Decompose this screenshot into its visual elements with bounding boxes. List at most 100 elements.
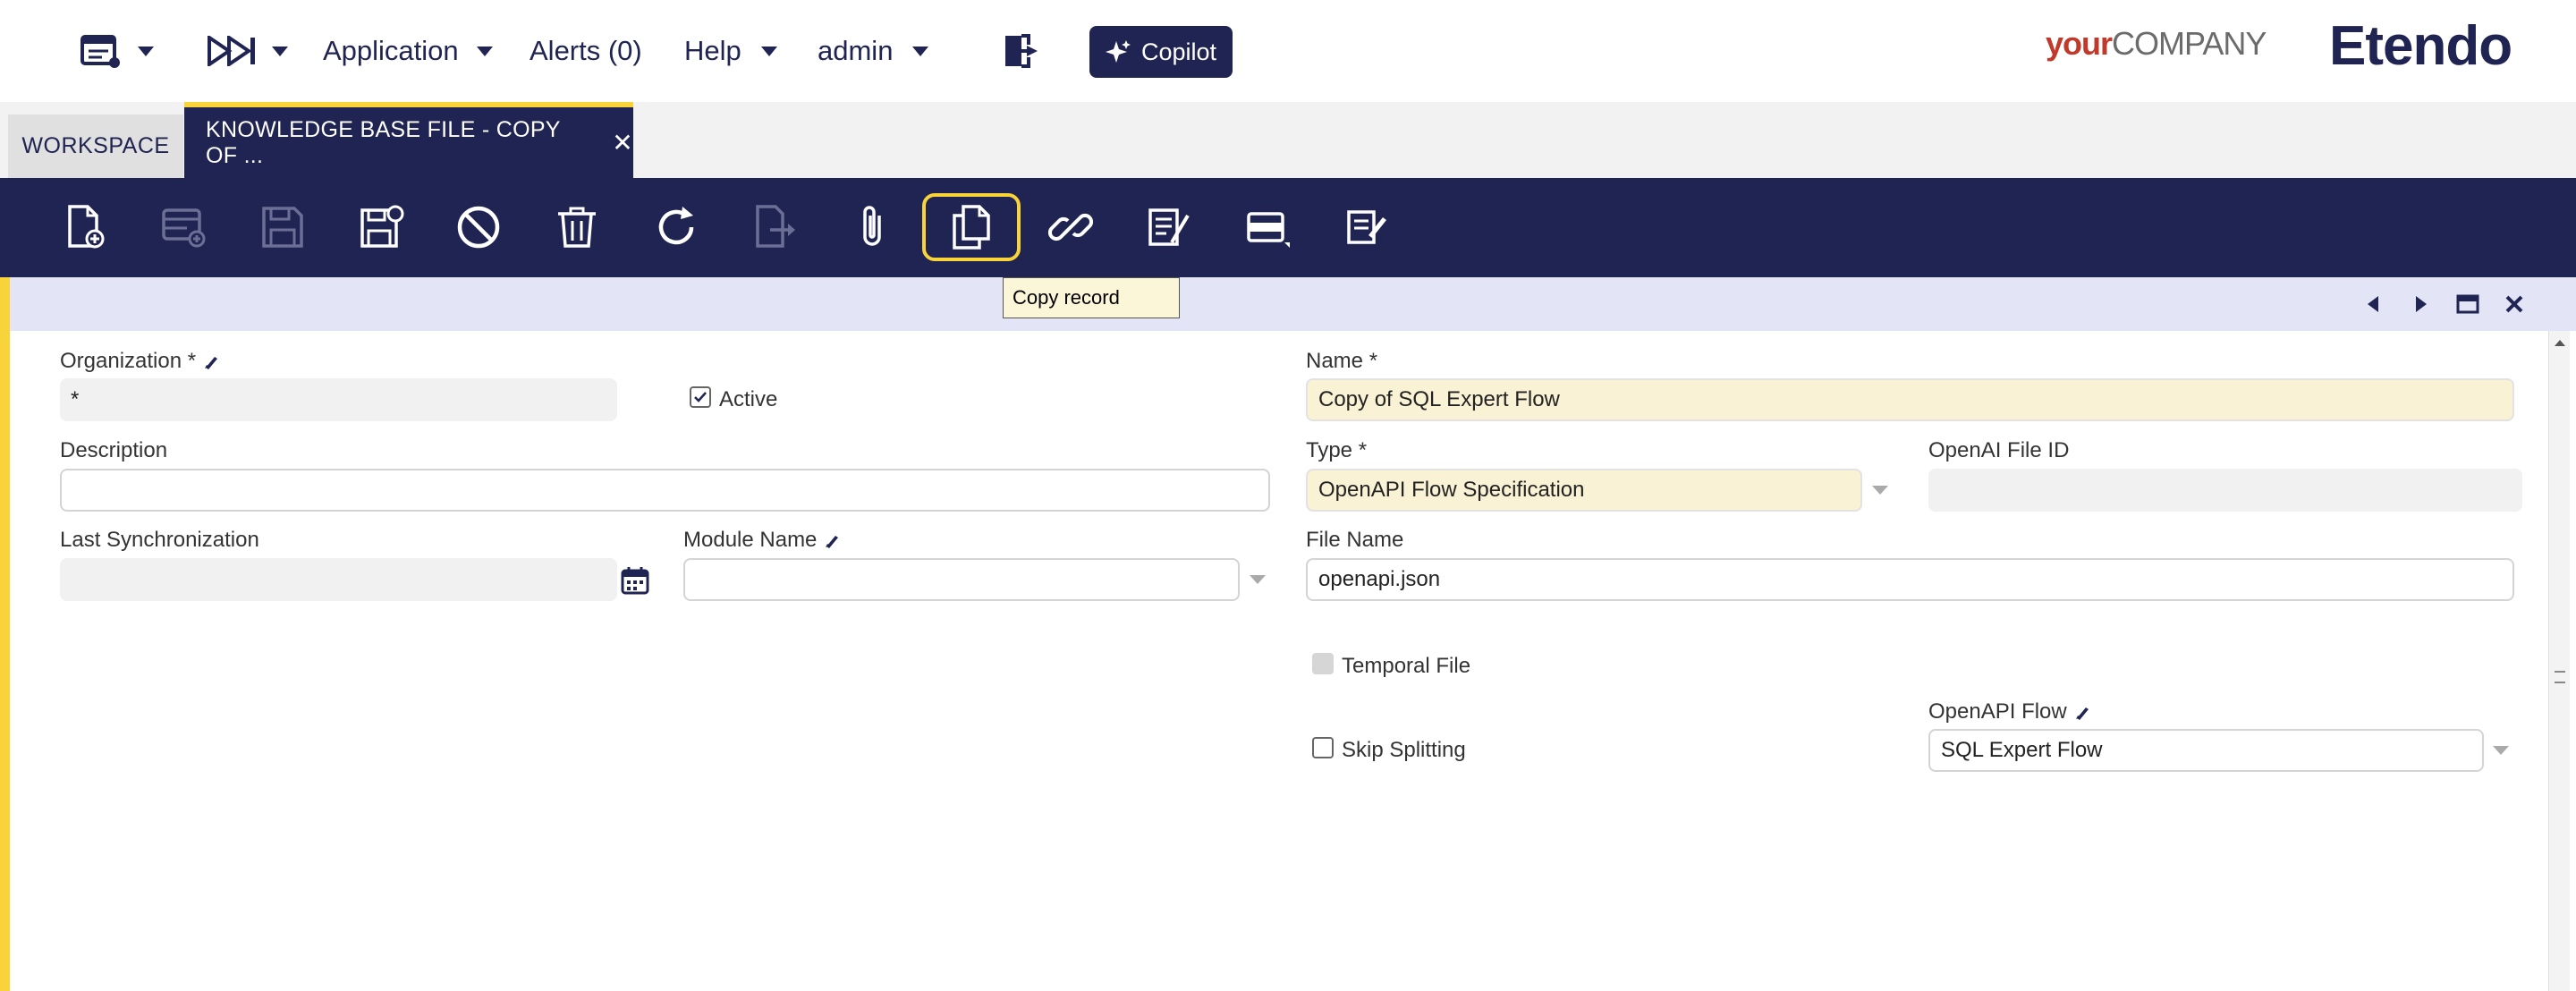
paperclip-icon bbox=[863, 206, 881, 246]
trash-icon bbox=[558, 207, 596, 248]
organization-label-text: Organization * bbox=[60, 349, 197, 373]
tab-workspace-label: WORKSPACE bbox=[21, 133, 170, 158]
name-field[interactable]: Copy of SQL Expert Flow bbox=[1306, 378, 2514, 421]
link-icon bbox=[1047, 213, 1094, 241]
tab-workspace[interactable]: WORKSPACE bbox=[8, 114, 183, 178]
previous-record-button[interactable] bbox=[2355, 277, 2391, 331]
last-synchronization-label: Last Synchronization bbox=[60, 528, 259, 553]
last-synchronization-field[interactable] bbox=[60, 558, 617, 601]
scroll-thumb-grip[interactable] bbox=[2555, 671, 2565, 683]
chevron-down-icon[interactable] bbox=[1250, 575, 1266, 584]
openapi-flow-label: OpenAPI Flow bbox=[1928, 699, 2090, 724]
file-name-field[interactable]: openapi.json bbox=[1306, 558, 2514, 601]
file-name-value: openapi.json bbox=[1318, 567, 1441, 591]
help-menu[interactable]: Help bbox=[684, 0, 777, 102]
active-label: Active bbox=[719, 387, 778, 411]
calendar-icon[interactable] bbox=[620, 565, 650, 596]
module-name-select[interactable] bbox=[683, 558, 1240, 601]
temporal-file-checkbox[interactable] bbox=[1312, 653, 1334, 674]
skip-splitting-label: Skip Splitting bbox=[1342, 738, 1466, 762]
audit-button[interactable] bbox=[1134, 192, 1204, 262]
undo-button[interactable] bbox=[444, 192, 513, 262]
edit-link-icon[interactable] bbox=[824, 531, 840, 549]
next-record-button[interactable] bbox=[2403, 277, 2439, 331]
save-close-icon bbox=[360, 205, 404, 248]
help-menu-label: Help bbox=[684, 35, 741, 66]
openapi-flow-select[interactable]: SQL Expert Flow bbox=[1928, 729, 2484, 772]
name-value: Copy of SQL Expert Flow bbox=[1318, 387, 1560, 411]
active-checkbox[interactable] bbox=[690, 386, 711, 408]
company-logo: yourCOMPANY bbox=[2046, 25, 2267, 63]
etendo-logo: Etendo bbox=[2329, 15, 2512, 77]
copy-icon bbox=[953, 205, 990, 250]
module-name-label: Module Name bbox=[683, 528, 840, 553]
tab-active-label: KNOWLEDGE BASE FILE - COPY OF ... bbox=[206, 116, 561, 168]
fast-forward-icon bbox=[208, 36, 255, 66]
company-logo-company: COMPANY bbox=[2112, 25, 2267, 62]
close-icon bbox=[2505, 295, 2523, 313]
openai-file-id-field[interactable] bbox=[1928, 469, 2522, 512]
user-menu-label: admin bbox=[818, 35, 894, 66]
window-tabs: WORKSPACE KNOWLEDGE BASE FILE - COPY OF … bbox=[0, 102, 2576, 178]
openai-file-id-label-text: OpenAI File ID bbox=[1928, 438, 2070, 462]
audit-icon bbox=[1148, 208, 1190, 246]
edit-link-icon[interactable] bbox=[2074, 703, 2090, 721]
new-document-button[interactable] bbox=[50, 192, 120, 262]
organization-field[interactable]: * bbox=[60, 378, 617, 421]
new-row-button[interactable] bbox=[149, 192, 219, 262]
chevron-down-icon[interactable] bbox=[1872, 486, 1888, 495]
save-icon bbox=[262, 207, 303, 248]
description-label-text: Description bbox=[60, 438, 168, 462]
refresh-icon bbox=[658, 207, 694, 245]
type-label-text: Type * bbox=[1306, 438, 1368, 462]
close-icon[interactable]: ✕ bbox=[612, 128, 633, 157]
copy-record-tooltip: Copy record bbox=[1003, 277, 1180, 318]
link-button[interactable] bbox=[1036, 192, 1106, 262]
name-label-text: Name * bbox=[1306, 349, 1378, 373]
tab-knowledge-base-file[interactable]: KNOWLEDGE BASE FILE - COPY OF ... ✕ bbox=[184, 102, 633, 178]
arrow-right-icon bbox=[2416, 296, 2427, 312]
form-accent-bar bbox=[0, 277, 10, 991]
organization-label: Organization * bbox=[60, 349, 219, 374]
export-button[interactable] bbox=[740, 192, 809, 262]
user-menu[interactable]: admin bbox=[818, 0, 929, 102]
cancel-icon bbox=[457, 206, 500, 249]
checkmark-icon bbox=[694, 392, 707, 402]
maximize-button[interactable] bbox=[2450, 277, 2486, 331]
application-menu[interactable]: Application bbox=[323, 0, 493, 102]
organization-value: * bbox=[71, 387, 80, 411]
save-close-button[interactable] bbox=[346, 192, 416, 262]
description-field[interactable] bbox=[60, 469, 1270, 512]
openai-file-id-label: OpenAI File ID bbox=[1928, 438, 2069, 463]
save-button[interactable] bbox=[248, 192, 318, 262]
scroll-up-icon[interactable] bbox=[2554, 338, 2566, 347]
copilot-button[interactable]: Copilot bbox=[1089, 26, 1233, 78]
logout-button[interactable] bbox=[1002, 0, 1041, 102]
close-form-button[interactable] bbox=[2496, 277, 2532, 331]
chevron-down-icon bbox=[272, 46, 288, 56]
skip-splitting-checkbox[interactable] bbox=[1312, 737, 1334, 758]
grid-view-button[interactable] bbox=[1233, 192, 1302, 262]
form-scrollbar[interactable] bbox=[2548, 331, 2570, 991]
company-logo-your: your bbox=[2046, 25, 2113, 62]
attachment-button[interactable] bbox=[838, 192, 908, 262]
refresh-button[interactable] bbox=[641, 192, 711, 262]
copy-record-button[interactable] bbox=[922, 193, 1021, 261]
top-navigation-bar: Application Alerts (0) Help admin Copilo… bbox=[0, 0, 2576, 102]
chevron-down-icon bbox=[476, 46, 493, 56]
chevron-down-icon bbox=[760, 46, 777, 56]
type-label: Type * bbox=[1306, 438, 1367, 463]
recent-views-menu[interactable] bbox=[80, 0, 154, 102]
copilot-label: Copilot bbox=[1140, 38, 1217, 65]
type-select[interactable]: OpenAPI Flow Specification bbox=[1306, 469, 1862, 512]
chevron-down-icon[interactable] bbox=[2493, 746, 2509, 755]
logout-icon bbox=[1005, 34, 1038, 68]
form-status-bar bbox=[10, 277, 2576, 331]
edit-link-icon[interactable] bbox=[203, 352, 219, 370]
chevron-down-icon bbox=[138, 46, 154, 56]
notes-button[interactable] bbox=[1331, 192, 1401, 262]
type-value: OpenAPI Flow Specification bbox=[1318, 478, 1585, 502]
quick-launch-menu[interactable] bbox=[208, 0, 288, 102]
delete-button[interactable] bbox=[542, 192, 612, 262]
alerts-link[interactable]: Alerts (0) bbox=[530, 0, 642, 102]
